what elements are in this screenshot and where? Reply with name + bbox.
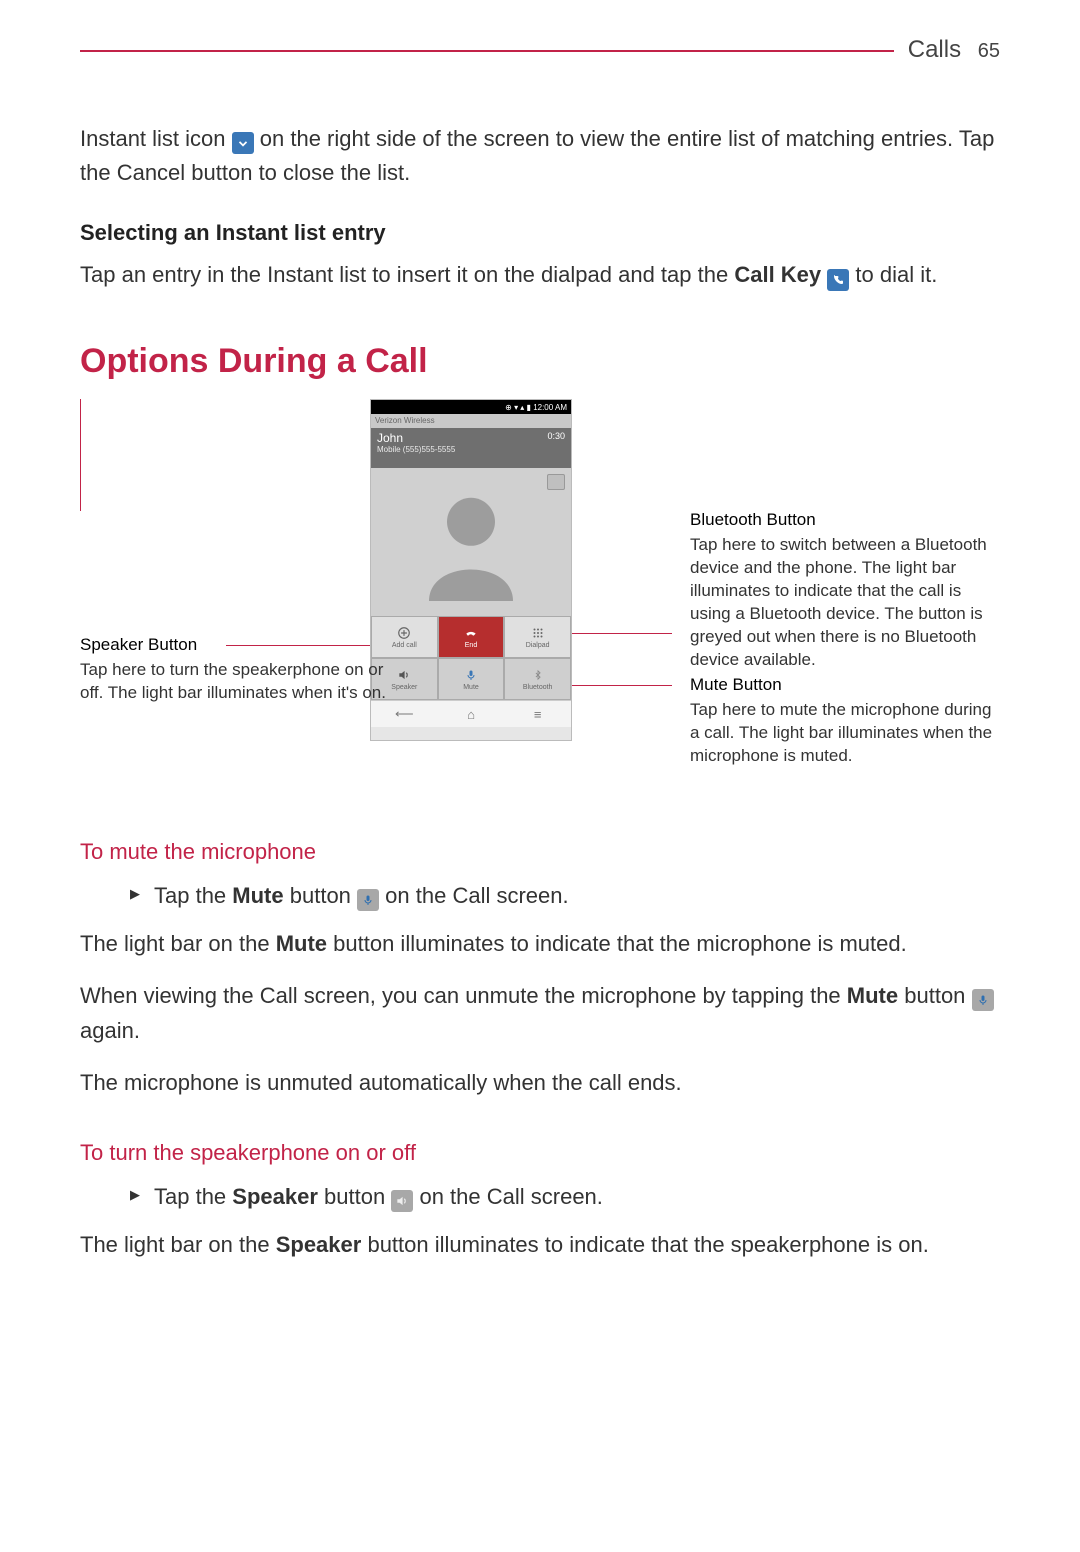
speaker-button-icon xyxy=(391,1190,413,1212)
callout-bluetooth: Bluetooth Button Tap here to switch betw… xyxy=(690,509,1000,672)
avatar-silhouette-icon xyxy=(411,481,531,603)
phone-row-1: Add call End Dialpad xyxy=(371,616,571,658)
mute-bc: on the Call screen. xyxy=(385,883,568,908)
sp-bb: button xyxy=(324,1184,385,1209)
mute-p1: The light bar on the Mute button illumin… xyxy=(80,927,1000,961)
mp2b: button xyxy=(904,983,965,1008)
header-label: Calls 65 xyxy=(894,36,1000,64)
mute-icon xyxy=(464,668,478,682)
phone-mock: ⊕ ▾ ▴ ▮ 12:00 AM Verizon Wireless John M… xyxy=(370,399,572,741)
mute-bullet: ▶ Tap the Mute button on the Call screen… xyxy=(130,879,1000,913)
speaker-bullet: ▶ Tap the Speaker button on the Call scr… xyxy=(130,1180,1000,1214)
instant-list-icon xyxy=(232,132,254,154)
phone-duration: 0:30 xyxy=(547,431,565,465)
call-screen-diagram: ⊕ ▾ ▴ ▮ 12:00 AM Verizon Wireless John M… xyxy=(80,399,1000,799)
phone-contact-band: John Mobile (555)555-5555 0:30 xyxy=(371,428,571,468)
heading-speaker: To turn the speakerphone on or off xyxy=(80,1140,1000,1166)
lbl-speaker: Speaker xyxy=(391,684,417,691)
sp-ba: Tap the xyxy=(154,1184,226,1209)
phone-avatar-area xyxy=(371,468,571,616)
nav-back-icon: ⟵ xyxy=(371,701,438,727)
lbl-mute: Mute xyxy=(463,684,479,691)
subhead-select-entry: Selecting an Instant list entry xyxy=(80,220,1000,246)
mute-word-1: Mute xyxy=(232,883,283,908)
status-indicators: ⊕ ▾ ▴ ▮ xyxy=(505,403,531,412)
callout-speaker-title: Speaker Button xyxy=(80,634,390,657)
mute-button-icon-2 xyxy=(972,989,994,1011)
select-a: Tap an entry in the Instant list to inse… xyxy=(80,262,728,287)
sp1b: button illuminates to indicate that the … xyxy=(367,1232,928,1257)
phone-btn-dialpad: Dialpad xyxy=(504,616,571,658)
lbl-bluetooth: Bluetooth xyxy=(523,684,553,691)
page-number: 65 xyxy=(978,40,1000,62)
status-time: 12:00 AM xyxy=(533,403,567,412)
mute-p2: When viewing the Call screen, you can un… xyxy=(80,979,1000,1047)
lbl-addcall: Add call xyxy=(392,642,417,649)
phone-contact-sub: Mobile (555)555-5555 xyxy=(377,445,455,454)
callout-speaker: Speaker Button Tap here to turn the spea… xyxy=(80,634,390,705)
heading-mute: To mute the microphone xyxy=(80,839,1000,865)
mute-word-3: Mute xyxy=(847,983,898,1008)
heading-options: Options During a Call xyxy=(80,342,1000,381)
callout-mute-title: Mute Button xyxy=(690,674,1000,697)
mp2c: again. xyxy=(80,1018,140,1043)
note-icon xyxy=(547,474,565,490)
lbl-end: End xyxy=(465,642,477,649)
sp1a: The light bar on the xyxy=(80,1232,270,1257)
phone-navbar: ⟵ ⌂ ≡ xyxy=(371,700,571,727)
speaker-word-1: Speaker xyxy=(232,1184,318,1209)
mute-ba: Tap the xyxy=(154,883,226,908)
select-entry-paragraph: Tap an entry in the Instant list to inse… xyxy=(80,258,1000,292)
dialpad-icon xyxy=(531,626,545,640)
callout-mute: Mute Button Tap here to mute the microph… xyxy=(690,674,1000,768)
mute-word-2: Mute xyxy=(276,931,327,956)
speaker-icon xyxy=(397,668,411,682)
mp1a: The light bar on the xyxy=(80,931,270,956)
select-b: to dial it. xyxy=(855,262,937,287)
phone-row-2: Speaker Mute Bluetooth xyxy=(371,658,571,700)
nav-menu-icon: ≡ xyxy=(504,701,571,727)
speaker-p1: The light bar on the Speaker button illu… xyxy=(80,1228,1000,1262)
callout-bluetooth-body: Tap here to switch between a Bluetooth d… xyxy=(690,534,1000,672)
intro-a: Instant list icon xyxy=(80,126,226,151)
bullet-icon-2: ▶ xyxy=(130,1187,140,1214)
phone-btn-mute: Mute xyxy=(438,658,505,700)
bluetooth-icon xyxy=(531,668,545,682)
intro-paragraph: Instant list icon on the right side of t… xyxy=(80,122,1000,190)
speaker-word-2: Speaker xyxy=(276,1232,362,1257)
phone-contact: John xyxy=(377,431,455,445)
phone-carrier: Verizon Wireless xyxy=(371,414,571,428)
leader-bluetooth-h xyxy=(568,633,672,634)
nav-home-icon: ⌂ xyxy=(438,701,505,727)
mp2a: When viewing the Call screen, you can un… xyxy=(80,983,841,1008)
leader-bluetooth-v xyxy=(80,399,81,511)
mp1b: button illuminates to indicate that the … xyxy=(333,931,907,956)
section-name: Calls xyxy=(908,36,961,63)
speaker-bullet-text: Tap the Speaker button on the Call scree… xyxy=(154,1180,603,1214)
mute-button-icon xyxy=(357,889,379,911)
call-key-word: Call Key xyxy=(734,262,821,287)
mute-p3: The microphone is unmuted automatically … xyxy=(80,1066,1000,1100)
header-rule: Calls 65 xyxy=(80,50,1000,52)
bullet-icon: ▶ xyxy=(130,886,140,913)
mute-bb: button xyxy=(290,883,351,908)
callout-bluetooth-title: Bluetooth Button xyxy=(690,509,1000,532)
plus-icon xyxy=(397,626,411,640)
call-key-icon xyxy=(827,269,849,291)
sp-bc: on the Call screen. xyxy=(419,1184,602,1209)
lbl-dialpad: Dialpad xyxy=(526,642,550,649)
phone-statusbar: ⊕ ▾ ▴ ▮ 12:00 AM xyxy=(371,400,571,414)
mute-bullet-text: Tap the Mute button on the Call screen. xyxy=(154,879,569,913)
phone-btn-end: End xyxy=(438,616,505,658)
phone-btn-bluetooth: Bluetooth xyxy=(504,658,571,700)
callout-speaker-body: Tap here to turn the speakerphone on or … xyxy=(80,659,390,705)
end-call-icon xyxy=(464,626,478,640)
callout-mute-body: Tap here to mute the microphone during a… xyxy=(690,699,1000,768)
